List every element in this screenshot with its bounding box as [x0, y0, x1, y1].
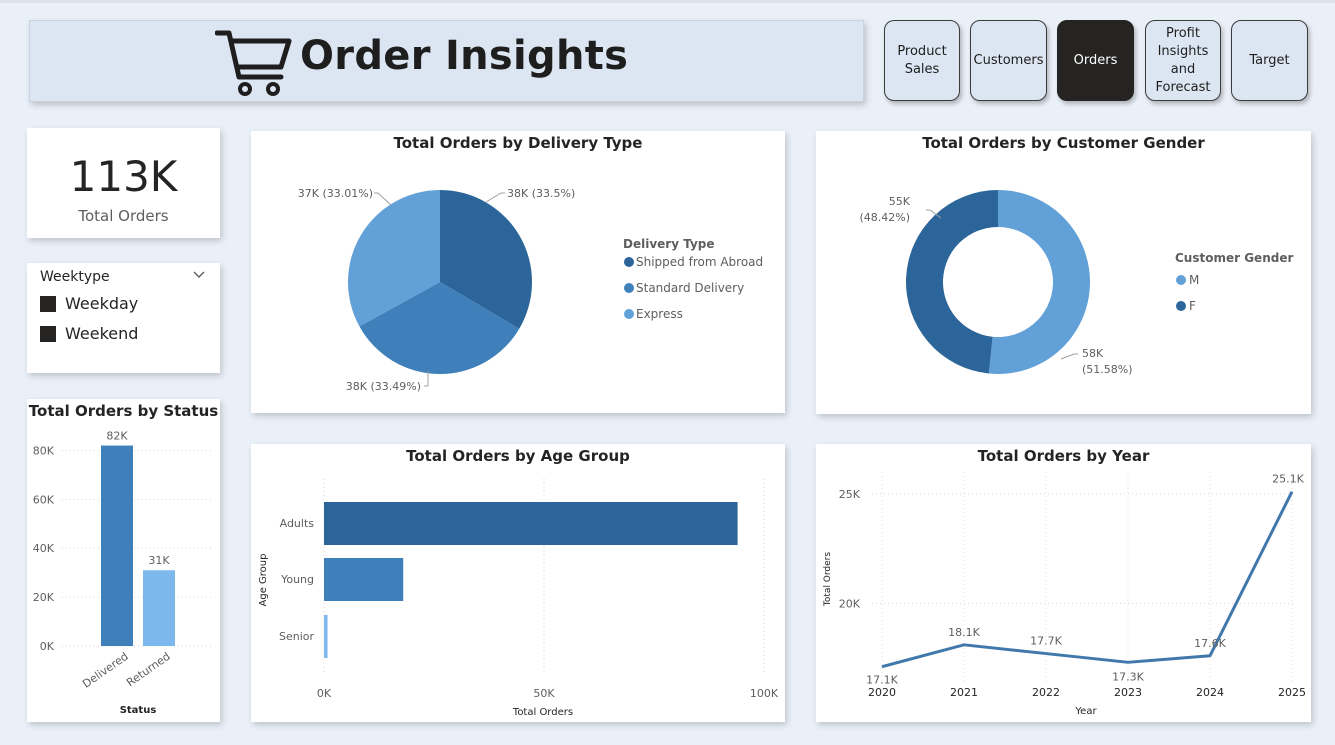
data-label: 17.7K: [1030, 635, 1062, 648]
delivery-pie-chart: 38K (33.5%) 38K (33.49%) 37K (33.01%) Deliv…: [298, 187, 763, 393]
bar: [143, 570, 175, 646]
status-chart-card: Total Orders by Status 0K 20K 40K 60K 80K 82K…: [27, 399, 220, 722]
top-divider: [0, 0, 1335, 3]
data-label: 18.1K: [948, 626, 980, 639]
legend-label: Shipped from Abroad: [636, 255, 763, 269]
leader-line: [374, 192, 392, 206]
x-tick-label: 2023: [1114, 686, 1142, 699]
y-tick-label: 80K: [33, 444, 55, 457]
nav-customers-button[interactable]: Customers: [970, 20, 1047, 101]
legend-marker: [624, 257, 634, 267]
legend-label: F: [1189, 299, 1196, 313]
kpi-card: 113K Total Orders: [27, 128, 220, 238]
slicer-item-label: Weekend: [65, 324, 139, 343]
y-tick-label: 60K: [33, 493, 55, 506]
x-tick-label: 2024: [1196, 686, 1224, 699]
header-banner: Order Insights: [29, 20, 864, 102]
x-tick-label: 2021: [950, 686, 978, 699]
legend-title: Delivery Type: [623, 237, 715, 251]
leader-line: [485, 192, 505, 203]
y-tick-label: 20K: [33, 591, 55, 604]
slicer-item-weekday[interactable]: Weekday: [40, 294, 138, 313]
data-label: 38K (33.5%): [507, 187, 575, 200]
y-axis-title: Age Group: [258, 554, 269, 607]
chevron-down-icon[interactable]: [192, 269, 206, 283]
bar: [324, 502, 738, 545]
bar: [324, 558, 404, 601]
x-tick-label: Returned: [124, 650, 173, 689]
legend-label: M: [1189, 273, 1199, 287]
legend-label: Standard Delivery: [636, 281, 744, 295]
x-tick-label: 50K: [533, 687, 555, 700]
nav-target-button[interactable]: Target: [1231, 20, 1308, 101]
year-line-chart: 20K 25K 2020 2021 2022 2023 2024 2025 17.1K 18.1K…: [823, 472, 1306, 717]
data-label: (48.42%): [859, 211, 910, 224]
nav-orders-button[interactable]: Orders: [1057, 20, 1134, 101]
nav-profit-insights-button[interactable]: Profit Insights and Forecast: [1145, 20, 1221, 101]
leader-line: [424, 371, 429, 387]
legend-label: Express: [636, 307, 683, 321]
x-tick-label: 100K: [750, 687, 779, 700]
donut-slice: [988, 190, 1090, 374]
gender-chart-card: Total Orders by Customer Gender 58K (51.5…: [816, 131, 1311, 414]
slicer-item-label: Weekday: [65, 294, 139, 313]
page-title: Order Insights: [300, 33, 629, 79]
y-axis-title: Total Orders: [823, 552, 833, 607]
kpi-label: Total Orders: [78, 207, 169, 225]
x-axis-title: Year: [1074, 706, 1097, 717]
nav-product-sales-button[interactable]: Product Sales: [884, 20, 960, 101]
delivery-chart-card: Total Orders by Delivery Type 38K (33.5%…: [251, 131, 785, 413]
x-tick-label: 0K: [317, 687, 332, 700]
shopping-cart-icon: [215, 30, 292, 96]
gender-donut-chart: 58K (51.58%) 55K (48.42%) Customer Gender MF: [859, 190, 1293, 376]
checkbox-icon[interactable]: [40, 325, 56, 342]
y-tick-label: 0K: [40, 640, 55, 653]
slicer-title: Weektype: [40, 269, 110, 285]
age-chart-card: Total Orders by Age Group 0K 50K 100K Adult…: [251, 444, 785, 722]
data-label: 17.1K: [866, 674, 898, 687]
leader-line: [1060, 353, 1078, 360]
bar: [324, 615, 328, 658]
status-bar-chart: 0K 20K 40K 60K 80K 82K Delivered 31K Returned Sta…: [33, 430, 212, 716]
age-bar-chart: 0K 50K 100K Adults Young Senior Total Orders Ag…: [258, 479, 779, 718]
data-label: 31K: [148, 554, 170, 567]
data-label: 58K: [1082, 347, 1104, 360]
x-tick-label: 2025: [1278, 686, 1306, 699]
slicer-item-weekend[interactable]: Weekend: [40, 324, 138, 343]
year-chart-card: Total Orders by Year 20K 25K 2020 2021 2022 2…: [816, 444, 1311, 722]
data-label: (51.58%): [1082, 363, 1133, 376]
checkbox-icon[interactable]: [40, 295, 56, 312]
y-tick-label: 20K: [839, 597, 861, 610]
data-label: 17.3K: [1112, 670, 1144, 683]
x-tick-label: 2020: [868, 686, 896, 699]
data-label: 82K: [106, 430, 128, 443]
weektype-slicer: Weektype Weekday Weekend: [27, 263, 220, 373]
y-tick-label: Senior: [279, 630, 315, 643]
data-label: 38K (33.49%): [346, 380, 421, 393]
legend-marker: [1176, 275, 1186, 285]
legend-marker: [624, 309, 634, 319]
donut-slice: [906, 190, 998, 374]
kpi-value: 113K: [69, 152, 178, 201]
x-tick-label: Delivered: [80, 650, 131, 691]
data-label: 55K: [889, 195, 911, 208]
y-tick-label: 40K: [33, 542, 55, 555]
y-tick-label: Adults: [280, 517, 315, 530]
x-axis-title: Status: [120, 705, 157, 716]
x-axis-title: Total Orders: [512, 707, 573, 718]
x-tick-label: 2022: [1032, 686, 1060, 699]
data-label: 25.1K: [1272, 473, 1304, 486]
y-tick-label: Young: [280, 573, 314, 586]
series-line: [881, 491, 1294, 669]
data-label: 17.6K: [1194, 637, 1226, 650]
legend-title: Customer Gender: [1175, 251, 1293, 265]
y-tick-label: 25K: [839, 488, 861, 501]
legend-marker: [624, 283, 634, 293]
legend-marker: [1176, 301, 1186, 311]
bar: [101, 445, 133, 646]
data-label: 37K (33.01%): [298, 187, 373, 200]
